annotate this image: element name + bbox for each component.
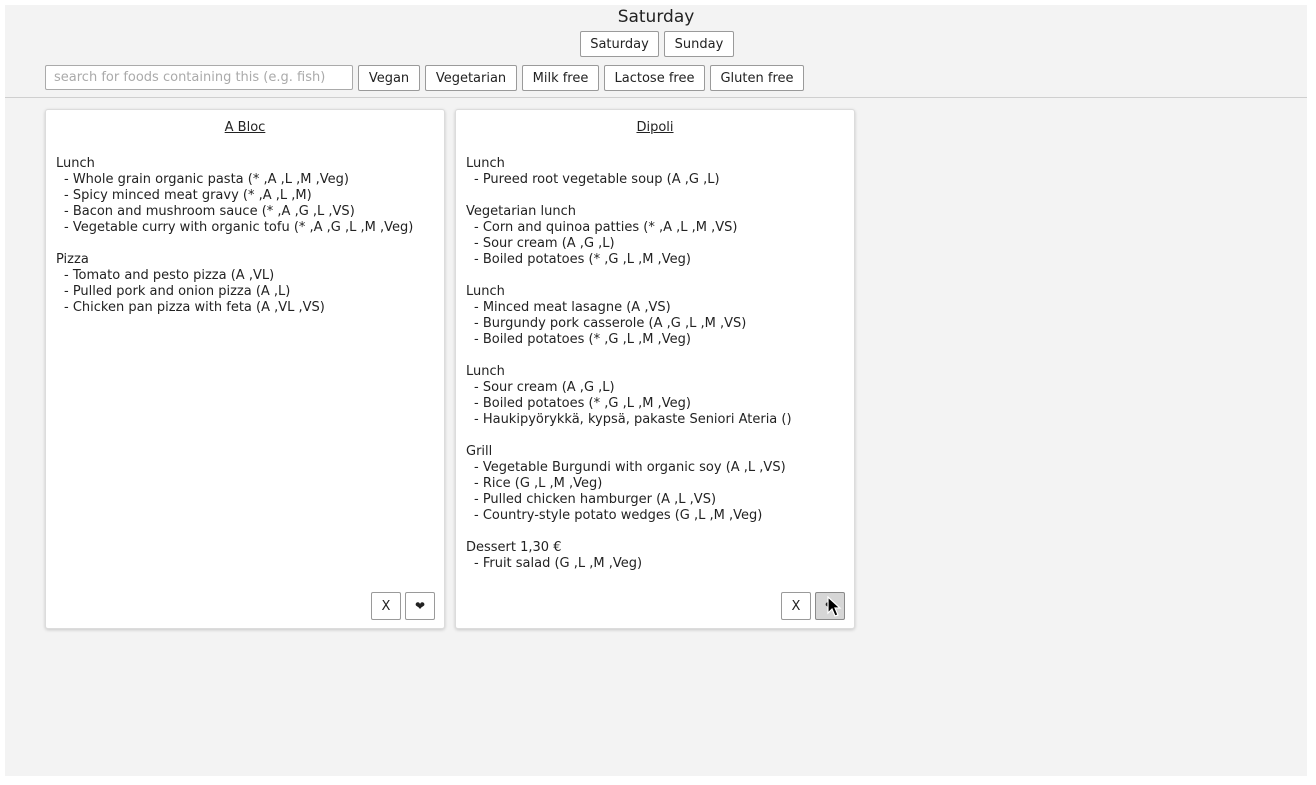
- menu-item: - Boiled potatoes (* ,G ,L ,M ,Veg): [474, 252, 691, 267]
- favorite-button[interactable]: ❤: [815, 592, 845, 620]
- menu-item: - Rice (G ,L ,M ,Veg): [474, 476, 603, 491]
- menu-section: Vegetarian lunch - Corn and quinoa patti…: [466, 204, 846, 268]
- menu-item: - Vegetable Burgundi with organic soy (A…: [474, 460, 786, 475]
- filter-lactose-free-button[interactable]: Lactose free: [604, 65, 705, 91]
- menu-section: Dessert 1,30 € - Fruit salad (G ,L ,M ,V…: [466, 540, 846, 572]
- restaurant-name-link[interactable]: Dipoli: [456, 120, 854, 135]
- menu-list: Lunch - Whole grain organic pasta (* ,A …: [56, 156, 436, 332]
- menu-item: - Boiled potatoes (* ,G ,L ,M ,Veg): [474, 332, 691, 347]
- restaurant-card: Dipoli Lunch - Pureed root vegetable sou…: [455, 109, 855, 629]
- menu-item: - Vegetable curry with organic tofu (* ,…: [64, 220, 414, 235]
- menu-section: Lunch - Whole grain organic pasta (* ,A …: [56, 156, 436, 236]
- menu-section: Lunch - Sour cream (A ,G ,L) - Boiled po…: [466, 364, 846, 428]
- menu-item: - Chicken pan pizza with feta (A ,VL ,VS…: [64, 300, 325, 315]
- menu-section-title: Pizza: [56, 252, 89, 267]
- menu-section: Lunch - Minced meat lasagne (A ,VS) - Bu…: [466, 284, 846, 348]
- menu-item: - Sour cream (A ,G ,L): [474, 380, 615, 395]
- menu-item: - Bacon and mushroom sauce (* ,A ,G ,L ,…: [64, 204, 355, 219]
- menu-item: - Burgundy pork casserole (A ,G ,L ,M ,V…: [474, 316, 747, 331]
- favorite-button[interactable]: ❤: [405, 592, 435, 620]
- menu-item: - Country-style potato wedges (G ,L ,M ,…: [474, 508, 763, 523]
- menu-section: Grill - Vegetable Burgundi with organic …: [466, 444, 846, 524]
- menu-item: - Fruit salad (G ,L ,M ,Veg): [474, 556, 643, 571]
- header-divider: [5, 97, 1307, 98]
- menu-section-title: Lunch: [466, 284, 505, 299]
- heart-icon: ❤: [414, 599, 426, 613]
- menu-item: - Pulled pork and onion pizza (A ,L): [64, 284, 291, 299]
- day-button-saturday[interactable]: Saturday: [580, 31, 659, 57]
- menu-item: - Sour cream (A ,G ,L): [474, 236, 615, 251]
- menu-item: - Minced meat lasagne (A ,VS): [474, 300, 671, 315]
- food-search-input[interactable]: [45, 65, 353, 90]
- menu-item: - Boiled potatoes (* ,G ,L ,M ,Veg): [474, 396, 691, 411]
- restaurant-card: A Bloc Lunch - Whole grain organic pasta…: [45, 109, 445, 629]
- menu-item: - Spicy minced meat gravy (* ,A ,L ,M): [64, 188, 312, 203]
- day-button-sunday[interactable]: Sunday: [664, 31, 734, 57]
- menu-list: Lunch - Pureed root vegetable soup (A ,G…: [466, 156, 846, 588]
- app-page: Saturday Saturday Sunday Vegan Vegetaria…: [5, 5, 1307, 776]
- menu-item: - Haukipyörykkä, kypsä, pakaste Seniori …: [474, 412, 792, 427]
- filter-milk-free-button[interactable]: Milk free: [522, 65, 599, 91]
- menu-section-title: Dessert 1,30 €: [466, 540, 562, 555]
- filter-vegan-button[interactable]: Vegan: [358, 65, 420, 91]
- menu-section: Pizza - Tomato and pesto pizza (A ,VL) -…: [56, 252, 436, 316]
- menu-section: Lunch - Pureed root vegetable soup (A ,G…: [466, 156, 846, 188]
- menu-item: - Tomato and pesto pizza (A ,VL): [64, 268, 275, 283]
- menu-section-title: Grill: [466, 444, 493, 459]
- menu-section-title: Lunch: [466, 156, 505, 171]
- menu-item: - Pureed root vegetable soup (A ,G ,L): [474, 172, 720, 187]
- filter-vegetarian-button[interactable]: Vegetarian: [425, 65, 517, 91]
- hide-restaurant-button[interactable]: X: [371, 592, 401, 620]
- restaurant-name-link[interactable]: A Bloc: [46, 120, 444, 135]
- menu-item: - Pulled chicken hamburger (A ,L ,VS): [474, 492, 717, 507]
- menu-section-title: Vegetarian lunch: [466, 204, 576, 219]
- menu-item: - Whole grain organic pasta (* ,A ,L ,M …: [64, 172, 349, 187]
- heart-icon: ❤: [824, 599, 836, 613]
- menu-section-title: Lunch: [56, 156, 95, 171]
- filter-gluten-free-button[interactable]: Gluten free: [710, 65, 804, 91]
- hide-restaurant-button[interactable]: X: [781, 592, 811, 620]
- menu-section-title: Lunch: [466, 364, 505, 379]
- menu-item: - Corn and quinoa patties (* ,A ,L ,M ,V…: [474, 220, 738, 235]
- day-title: Saturday: [617, 7, 695, 27]
